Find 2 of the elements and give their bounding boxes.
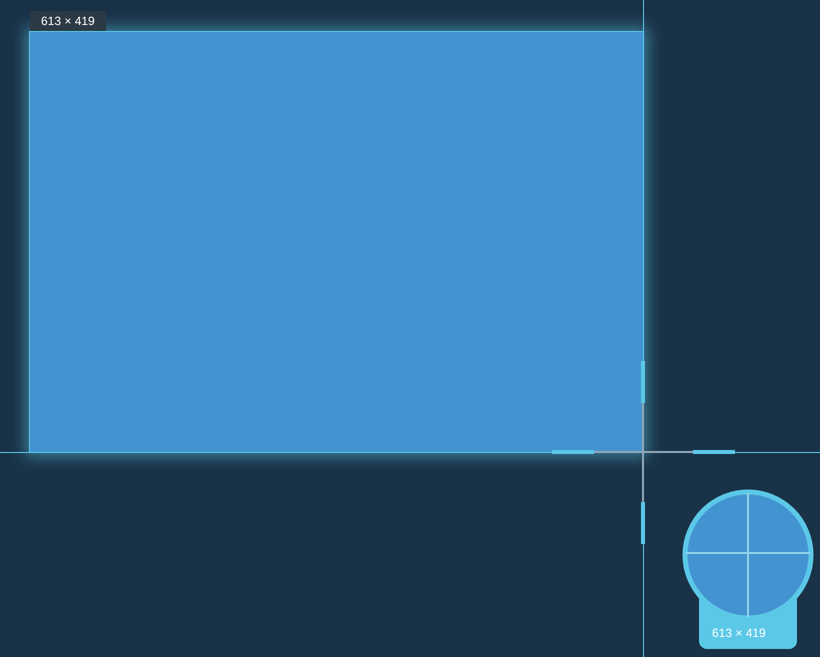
magnifier-size-label: 613 × 419 [712, 625, 766, 642]
size-label: 613 × 419 [30, 11, 106, 31]
